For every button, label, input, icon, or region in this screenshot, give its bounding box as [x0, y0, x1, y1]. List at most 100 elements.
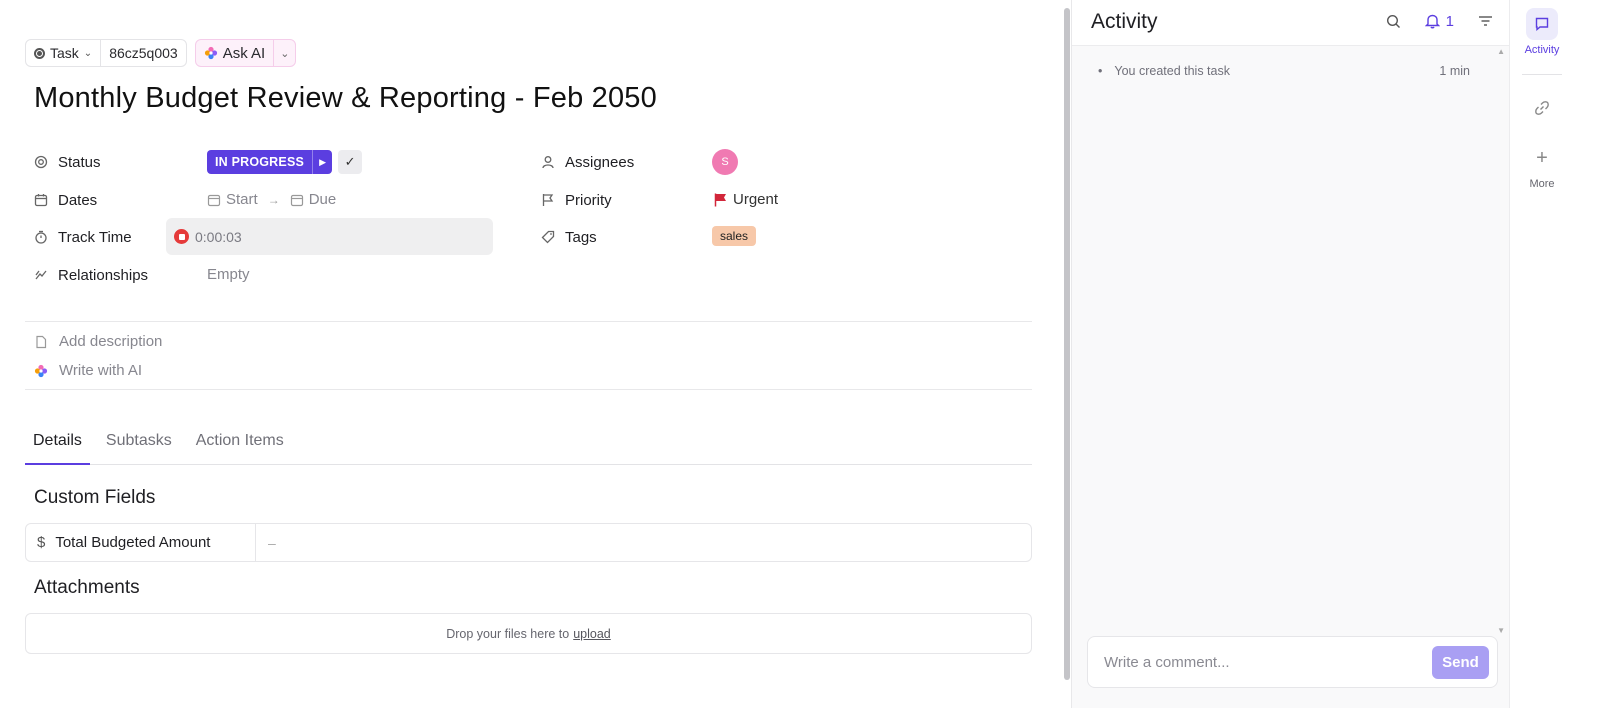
scroll-down-icon[interactable]: ▼ — [1497, 626, 1505, 635]
rail-more-label: More — [1529, 178, 1555, 190]
attachments-dropzone[interactable]: Drop your files here to upload — [25, 613, 1032, 654]
add-description-button[interactable]: Add description — [34, 333, 162, 350]
due-date-button[interactable]: Due — [290, 191, 337, 208]
ask-ai-button[interactable]: Ask AI — [196, 40, 275, 66]
priority-value[interactable]: Urgent — [714, 191, 778, 208]
activity-item-time: 1 min — [1439, 64, 1470, 78]
rail-item-more[interactable]: + More — [1510, 142, 1574, 191]
status-field-label: Status — [34, 154, 101, 171]
tags-value: sales — [712, 226, 757, 246]
comment-box[interactable]: Write a comment... Send — [1087, 636, 1498, 688]
tag-icon — [541, 230, 555, 244]
task-type-group: Task ⌄ 86cz5q003 — [25, 39, 187, 67]
time-tracker[interactable]: 0:00:03 — [166, 218, 493, 255]
main-scrollbar[interactable] — [1063, 0, 1071, 708]
assignees-row: Assignees — [541, 143, 634, 181]
custom-field-label: Total Budgeted Amount — [55, 534, 211, 551]
tab-action-items[interactable]: Action Items — [188, 418, 292, 464]
comment-input[interactable]: Write a comment... — [1104, 654, 1230, 671]
calendar-start-icon — [207, 194, 221, 206]
ask-ai-dropdown[interactable]: ⌄ — [274, 40, 295, 66]
right-rail: Activity + More — [1509, 0, 1600, 708]
send-button[interactable]: Send — [1432, 646, 1489, 679]
tags-field-label: Tags — [541, 229, 597, 246]
ask-ai-label: Ask AI — [222, 44, 266, 62]
task-id-label: 86cz5q003 — [109, 45, 178, 61]
track-time-row: Track Time — [34, 218, 132, 256]
ask-ai-group: Ask AI ⌄ — [194, 39, 297, 67]
document-icon — [36, 335, 47, 348]
plus-icon: + — [1536, 146, 1548, 169]
stopwatch-icon — [35, 230, 47, 244]
calendar-icon — [34, 194, 48, 207]
tab-subtasks[interactable]: Subtasks — [98, 418, 180, 464]
timer-value: 0:00:03 — [195, 228, 242, 245]
calendar-due-icon — [290, 194, 303, 206]
chevron-down-icon: ⌄ — [280, 47, 290, 60]
status-button-label: IN PROGRESS — [215, 155, 305, 169]
tab-details[interactable]: Details — [25, 418, 90, 465]
dates-value: Start → Due — [207, 191, 336, 208]
add-description-label: Add description — [59, 333, 163, 350]
dates-field-label: Dates — [34, 192, 97, 209]
relationships-row: Relationships — [34, 256, 148, 294]
status-value: IN PROGRESS ▶ ✓ — [207, 150, 363, 174]
track-time-field-label: Track Time — [34, 229, 132, 246]
status-icon — [34, 155, 48, 169]
ai-sparkle-icon — [34, 364, 48, 377]
status-button[interactable]: IN PROGRESS ▶ — [207, 150, 333, 174]
assignees-value: S — [712, 149, 738, 175]
rail-item-links[interactable] — [1510, 92, 1574, 124]
tag-sales[interactable]: sales — [712, 226, 757, 246]
scrollbar-thumb[interactable] — [1064, 8, 1070, 680]
upload-link[interactable]: upload — [573, 627, 611, 641]
activity-actions: 1 — [1385, 12, 1494, 30]
task-title[interactable]: Monthly Budget Review & Reporting - Feb … — [34, 82, 657, 115]
custom-fields-table: $ Total Budgeted Amount – — [25, 523, 1032, 562]
divider — [25, 389, 1032, 390]
arrow-right-icon: → — [267, 192, 280, 207]
dates-label: Dates — [58, 191, 98, 209]
write-with-ai-button[interactable]: Write with AI — [34, 362, 142, 379]
activity-panel: Activity 1 ▲ • You created this task 1 m… — [1071, 0, 1510, 708]
notifications-button[interactable]: 1 — [1424, 12, 1454, 30]
custom-field-value[interactable]: – — [256, 524, 276, 561]
filter-icon[interactable] — [1476, 12, 1494, 30]
task-type-icon — [34, 47, 45, 59]
due-date-label: Due — [308, 191, 337, 208]
tags-row: Tags — [541, 218, 597, 256]
task-main-panel: Task ⌄ 86cz5q003 Ask AI ⌄ Monthly Budget… — [0, 0, 1063, 708]
relationships-field-label: Relationships — [34, 267, 148, 284]
custom-field-name: $ Total Budgeted Amount — [26, 524, 256, 561]
task-id-button[interactable]: 86cz5q003 — [101, 40, 186, 66]
relationships-icon — [35, 270, 47, 280]
relationships-value[interactable]: Empty — [207, 266, 250, 283]
flag-urgent-icon — [714, 193, 726, 206]
priority-value-label: Urgent — [733, 191, 779, 208]
activity-header: Activity 1 — [1072, 0, 1510, 46]
status-label: Status — [58, 153, 101, 171]
task-type-selector[interactable]: Task ⌄ — [26, 40, 102, 66]
search-icon[interactable] — [1385, 12, 1403, 30]
tags-label: Tags — [565, 228, 597, 246]
rail-item-activity[interactable]: Activity — [1510, 8, 1574, 56]
assignees-label: Assignees — [565, 153, 635, 171]
activity-item: • You created this task 1 min — [1098, 64, 1470, 78]
track-time-label: Track Time — [58, 228, 132, 246]
dates-row: Dates — [34, 181, 97, 219]
status-row: Status — [34, 143, 101, 181]
complete-check-button[interactable]: ✓ — [338, 150, 363, 174]
task-toolbar: Task ⌄ 86cz5q003 Ask AI ⌄ — [25, 39, 297, 67]
avatar[interactable]: S — [712, 149, 738, 175]
start-date-button[interactable]: Start — [207, 191, 258, 208]
scroll-up-icon[interactable]: ▲ — [1497, 47, 1505, 56]
rail-activity-label: Activity — [1524, 44, 1560, 56]
notification-count: 1 — [1445, 12, 1454, 30]
priority-label: Priority — [565, 191, 612, 209]
priority-row: Priority — [541, 181, 612, 219]
stop-timer-icon[interactable] — [174, 229, 189, 244]
write-with-ai-label: Write with AI — [59, 362, 143, 379]
link-icon — [1526, 92, 1558, 124]
flag-outline-icon — [542, 194, 554, 206]
status-next-icon[interactable]: ▶ — [312, 150, 332, 174]
